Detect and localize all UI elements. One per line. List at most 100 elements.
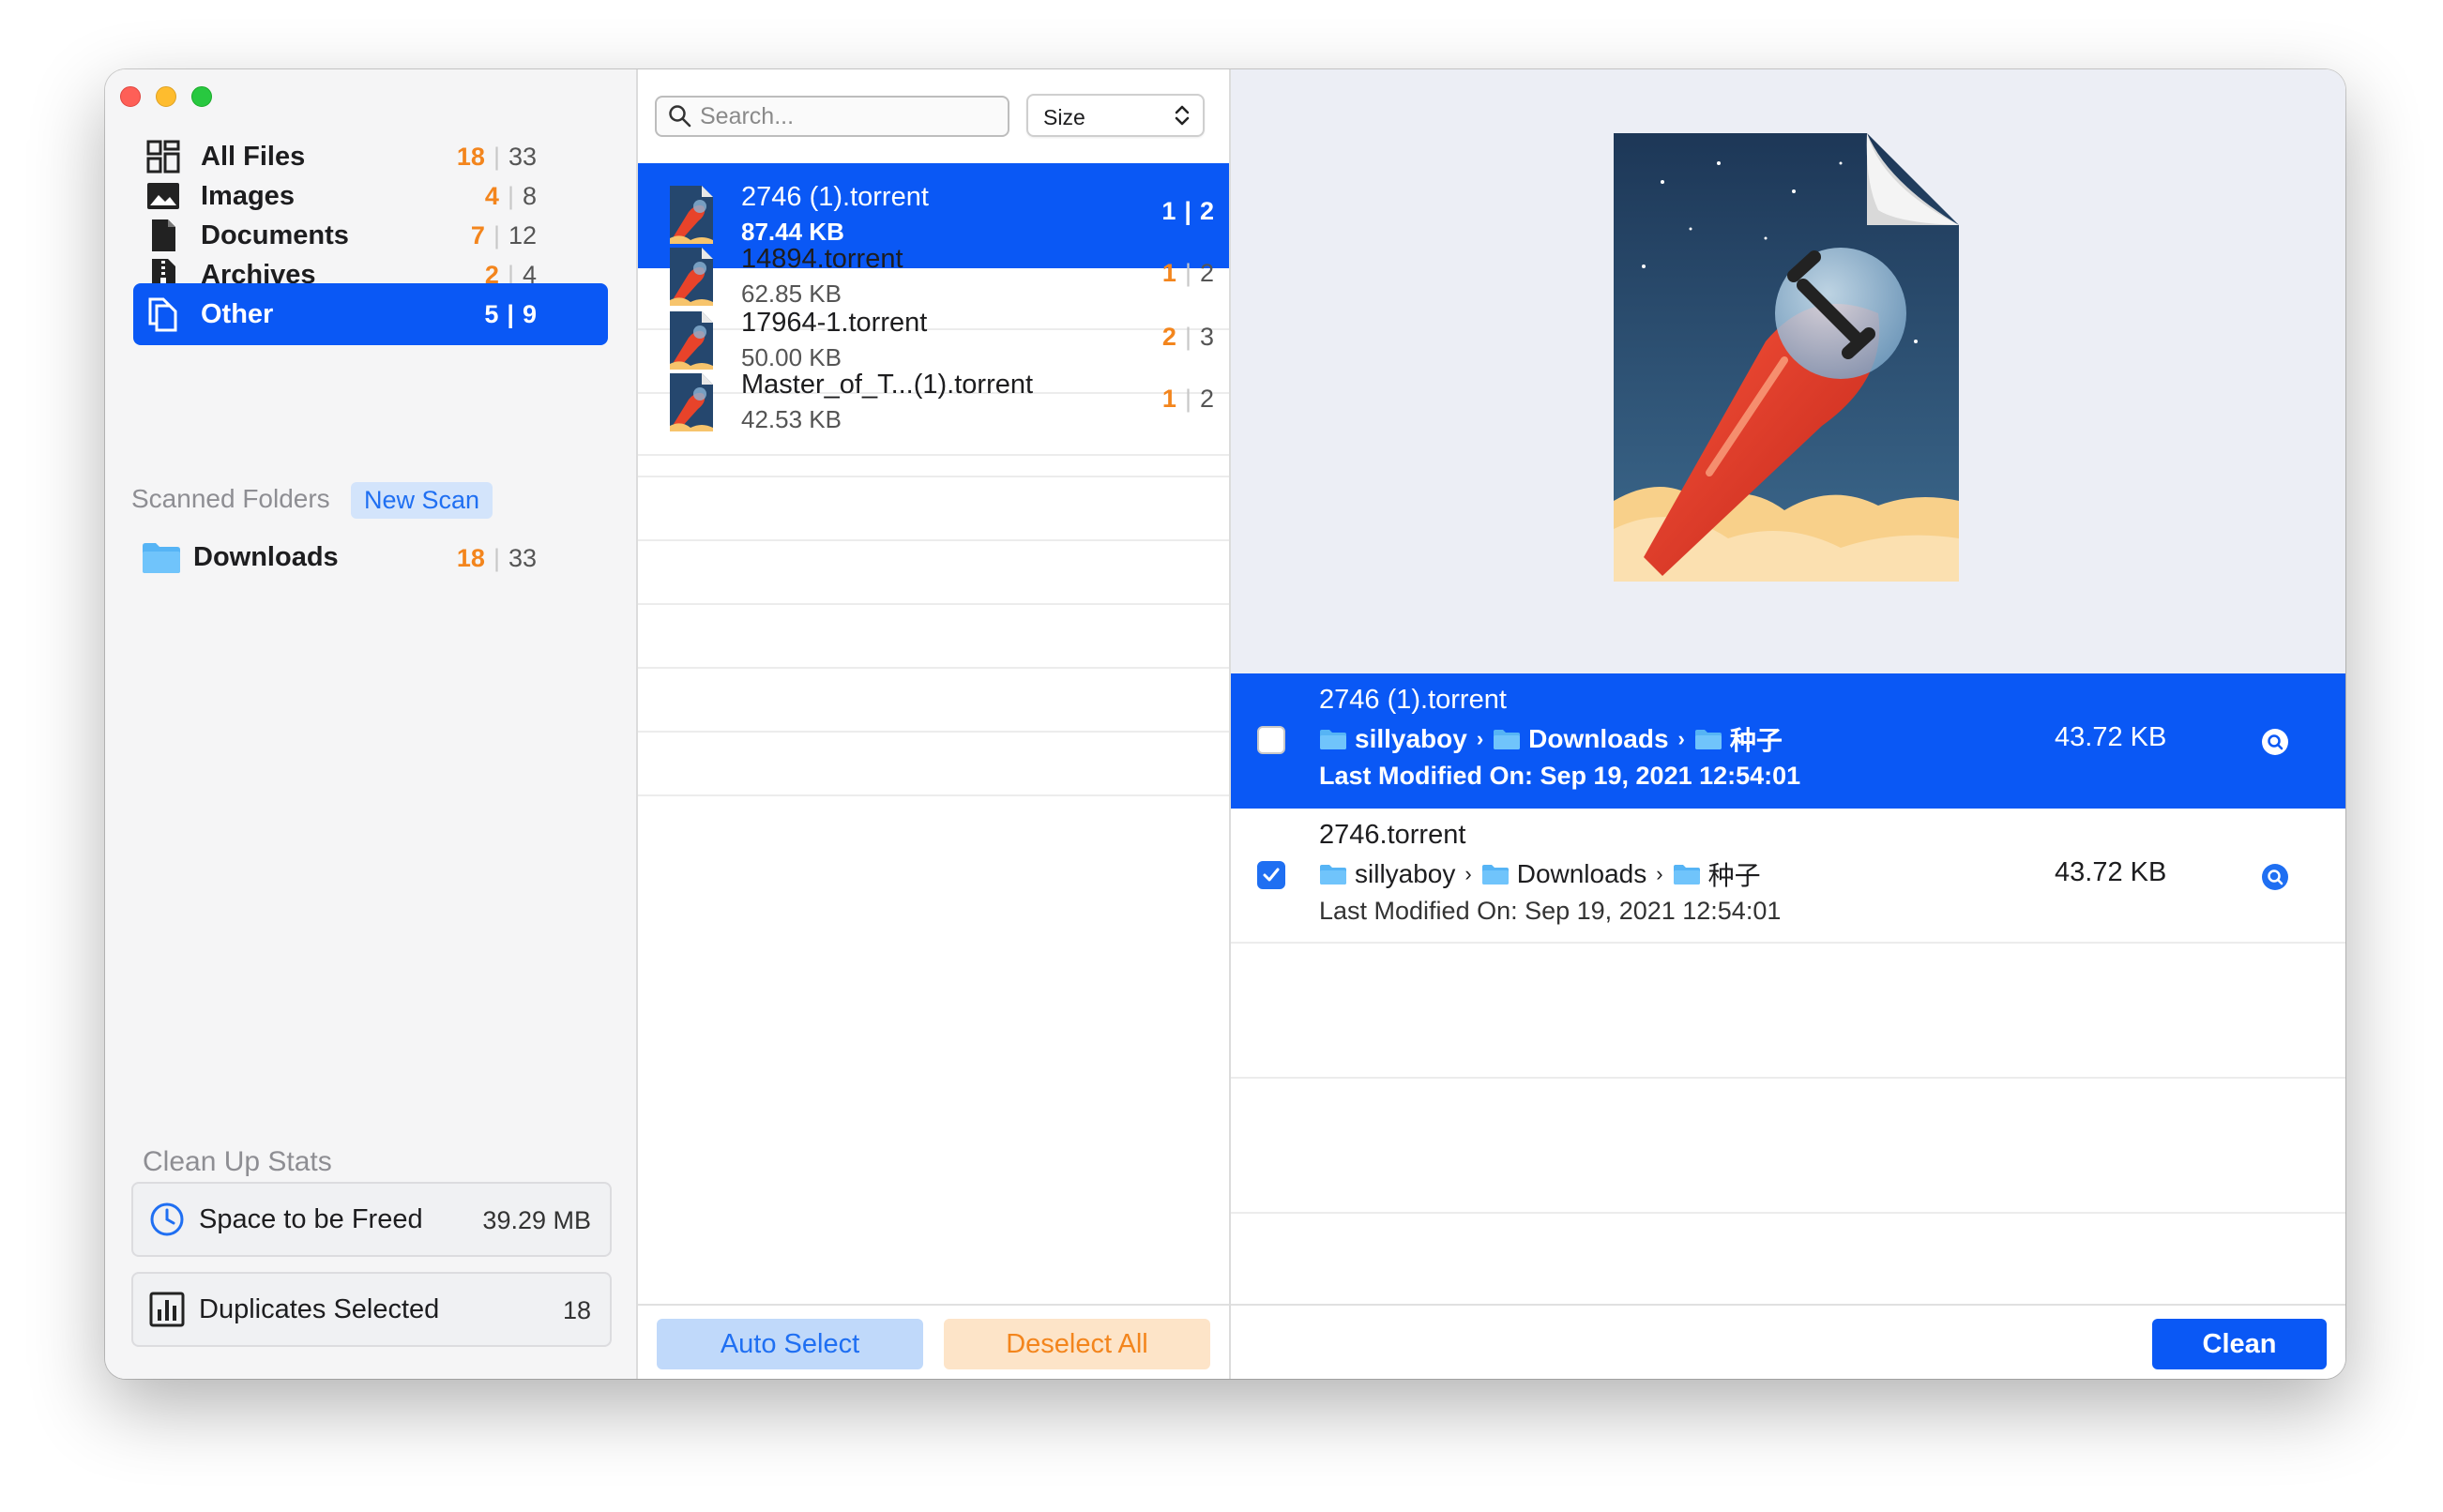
duplicate-name: 2746 (1).torrent <box>1319 685 1507 715</box>
path-separator-icon: › <box>1476 727 1484 750</box>
selected-count: 1 <box>1161 197 1176 225</box>
sort-select[interactable]: Size <box>1026 94 1205 137</box>
folder-icon <box>143 543 180 573</box>
category-label: Other <box>201 299 274 329</box>
count-separator: | <box>1184 323 1191 351</box>
path-crumb[interactable]: 种子 <box>1694 720 1783 758</box>
empty-list-row <box>638 733 1229 796</box>
file-counts: 1 | 2 <box>1162 385 1214 414</box>
stat-space-to-be-freed: Space to be Freed 39.29 MB <box>131 1182 612 1257</box>
auto-select-button[interactable]: Auto Select <box>657 1319 923 1369</box>
category-counts: 5 | 9 <box>484 300 537 329</box>
stat-value: 18 <box>562 1296 591 1324</box>
duplicate-size: 43.72 KB <box>2055 857 2167 887</box>
empty-duplicate-row <box>1231 944 2345 1079</box>
detail-footer: Clean <box>1231 1304 2345 1379</box>
stat-label: Duplicates Selected <box>199 1294 440 1324</box>
reveal-in-finder-icon[interactable] <box>2261 863 2289 891</box>
total-count: 33 <box>508 544 537 572</box>
category-other[interactable]: Other 5 | 9 <box>133 283 608 345</box>
other-files-icon <box>148 297 177 332</box>
path-crumb-label: sillyaboy <box>1355 859 1456 888</box>
path-crumb-label: 种子 <box>1707 861 1761 890</box>
clean-up-stats-heading: Clean Up Stats <box>143 1146 332 1177</box>
new-scan-button[interactable]: New Scan <box>351 482 493 519</box>
clock-icon <box>150 1202 184 1236</box>
path-separator-icon: › <box>1464 862 1472 885</box>
selected-count: 1 <box>1161 259 1176 287</box>
duplicate-row[interactable]: 2746.torrent sillyaboy › Downloads › 种子 … <box>1231 809 2345 944</box>
selected-count: 5 <box>484 300 499 328</box>
path-crumb-label: Downloads <box>1528 724 1669 753</box>
list-footer: Auto Select Deselect All <box>638 1304 1229 1379</box>
duplicate-name: 2746.torrent <box>1319 820 1466 850</box>
stat-label: Space to be Freed <box>199 1204 423 1234</box>
stat-duplicates-selected: Duplicates Selected 18 <box>131 1272 612 1347</box>
close-window-button[interactable] <box>120 86 141 107</box>
path-crumb-label: sillyaboy <box>1355 724 1467 753</box>
folder-label: Downloads <box>193 542 339 572</box>
duplicate-size: 43.72 KB <box>2055 722 2167 752</box>
file-name: 14894.torrent <box>741 244 903 274</box>
total-count: 2 <box>1199 385 1214 413</box>
empty-list-row <box>638 669 1229 733</box>
stat-value: 39.29 MB <box>482 1206 591 1234</box>
path-crumb[interactable]: Downloads <box>1493 724 1669 754</box>
empty-list-row <box>638 605 1229 669</box>
path-crumb[interactable]: 种子 <box>1673 855 1761 893</box>
duplicate-checkbox[interactable] <box>1257 861 1285 889</box>
path-crumb[interactable]: sillyaboy <box>1319 859 1455 889</box>
app-window: All Files 18 | 33 Images 4 | 8 Documents 7 | 1… <box>105 69 2345 1379</box>
home-folder-icon <box>1320 865 1346 885</box>
empty-list-row <box>638 541 1229 605</box>
empty-list-row <box>638 414 1229 477</box>
file-list-panel: Size 2746 (1).torrent 87.44 KB 1|2 <box>638 69 1231 1379</box>
clean-button[interactable]: Clean <box>2152 1319 2327 1369</box>
search-icon <box>669 105 691 128</box>
search-input[interactable] <box>700 100 1000 132</box>
zoom-window-button[interactable] <box>191 86 212 107</box>
up-down-chevron-icon <box>1175 105 1190 126</box>
deselect-all-button[interactable]: Deselect All <box>944 1319 1210 1369</box>
count-separator: | <box>1184 259 1191 287</box>
file-name: 2746 (1).torrent <box>741 182 929 212</box>
file-preview <box>1231 69 2345 673</box>
count-separator: | <box>1184 385 1191 413</box>
folder-icon <box>1494 730 1521 749</box>
selected-count: 18 <box>456 544 485 572</box>
detail-panel: 2746 (1).torrent sillyaboy › Downloads ›… <box>1231 69 2345 1379</box>
total-count: 9 <box>522 300 537 328</box>
minimize-window-button[interactable] <box>156 86 176 107</box>
path-crumb[interactable]: sillyaboy <box>1319 724 1467 754</box>
home-folder-icon <box>1320 730 1346 749</box>
duplicate-path: sillyaboy › Downloads › 种子 <box>1319 720 1783 758</box>
folder-counts: 18 | 33 <box>457 544 537 573</box>
path-separator-icon: › <box>1677 727 1685 750</box>
duplicate-path: sillyaboy › Downloads › 种子 <box>1319 855 1761 893</box>
selected-count: 2 <box>1161 323 1176 351</box>
path-crumb[interactable]: Downloads <box>1481 859 1646 889</box>
duplicate-checkbox[interactable] <box>1257 726 1285 754</box>
file-name: Master_of_T...(1).torrent <box>741 370 1034 400</box>
selected-count: 1 <box>1161 385 1176 413</box>
reveal-in-finder-icon[interactable] <box>2261 728 2289 756</box>
folder-icon <box>1694 730 1722 749</box>
bar-chart-icon <box>149 1292 185 1327</box>
total-count: 2 <box>1199 259 1214 287</box>
total-count: 2 <box>1199 197 1214 225</box>
file-name: 17964-1.torrent <box>741 308 928 338</box>
window-controls <box>120 86 212 107</box>
torrent-preview-icon <box>1614 133 1959 582</box>
folder-downloads[interactable]: Downloads 18 | 33 <box>133 529 608 585</box>
path-crumb-label: 种子 <box>1729 726 1783 755</box>
count-separator: | <box>507 300 514 328</box>
scanned-folders-heading: Scanned Folders <box>131 484 330 513</box>
duplicate-modified: Last Modified On: Sep 19, 2021 12:54:01 <box>1319 762 1801 790</box>
file-counts: 2 | 3 <box>1162 323 1214 352</box>
search-box[interactable] <box>655 96 1009 137</box>
sidebar: All Files 18 | 33 Images 4 | 8 Documents 7 | 1… <box>105 69 638 1379</box>
file-counts: 1 | 2 <box>1161 197 1214 226</box>
total-count: 3 <box>1199 323 1214 351</box>
path-separator-icon: › <box>1656 862 1663 885</box>
duplicate-row[interactable]: 2746 (1).torrent sillyaboy › Downloads ›… <box>1231 673 2345 809</box>
